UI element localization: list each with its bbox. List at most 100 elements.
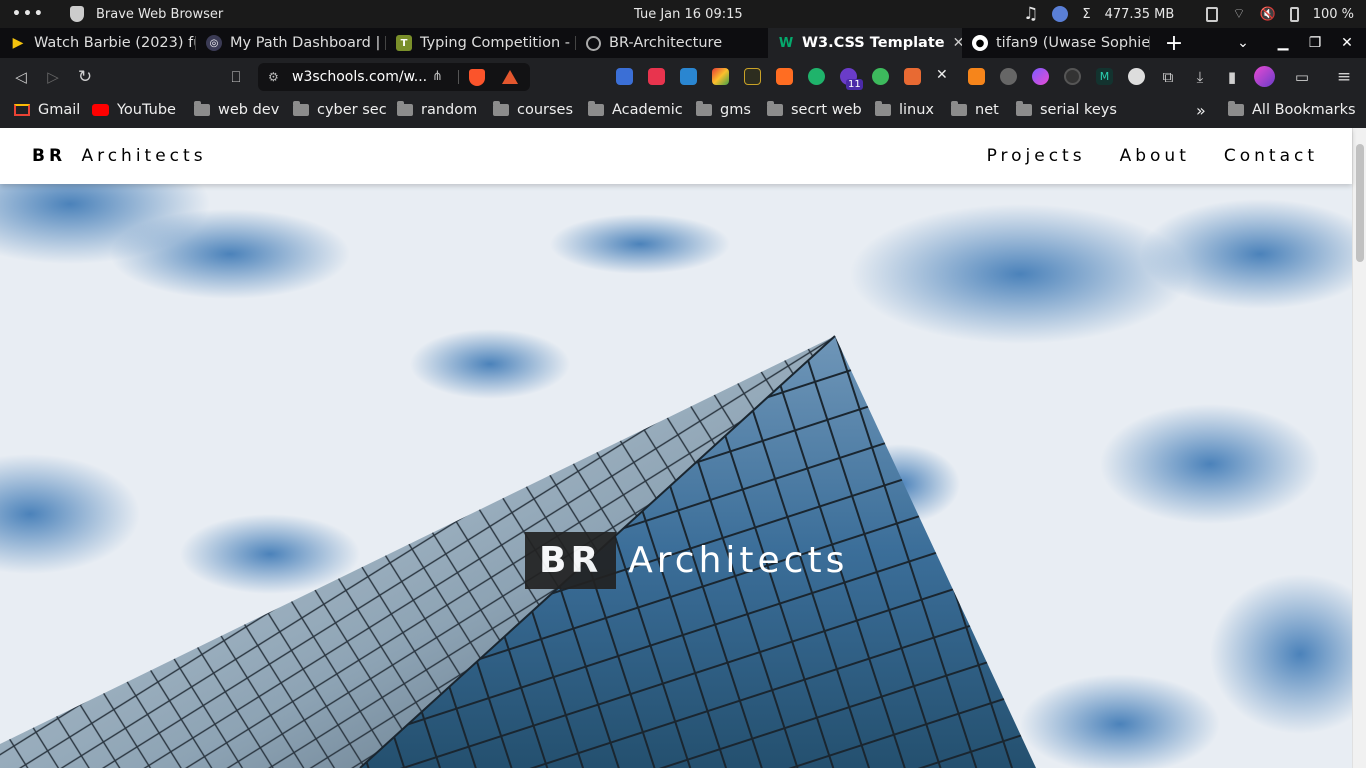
tab-search-chevron-icon[interactable]: ⌄ — [1232, 28, 1254, 58]
extension-gray-icon[interactable] — [1128, 68, 1145, 85]
bookmarks-overflow-button[interactable]: » — [1196, 96, 1206, 124]
tab-br-architecture[interactable]: BR-Architecture — [576, 28, 768, 58]
bookmark-label: web dev — [218, 102, 280, 118]
wallet-icon[interactable]: ▭ — [1291, 58, 1313, 96]
bookmark-folder-web-dev[interactable]: web dev — [194, 96, 279, 124]
address-bar[interactable]: ⚙ w3schools.com/w... ⋔ — [258, 63, 530, 91]
folder-icon — [493, 101, 509, 116]
bookmark-youtube[interactable]: YouTube — [92, 96, 176, 124]
extension-dark-icon[interactable] — [1064, 68, 1081, 85]
brave-shields-icon[interactable] — [469, 69, 485, 86]
extension-android-icon[interactable] — [872, 68, 889, 85]
app-name: Brave Web Browser — [96, 6, 224, 22]
brave-rewards-icon[interactable] — [502, 70, 518, 84]
typing-icon: T — [396, 35, 412, 51]
extension-grid-icon[interactable] — [1000, 68, 1017, 85]
extension-json-icon[interactable] — [744, 68, 761, 85]
nav-projects-link[interactable]: Projects — [987, 146, 1086, 166]
bookmark-gmail[interactable]: Gmail — [14, 96, 80, 124]
bookmark-label: All Bookmarks — [1252, 102, 1356, 118]
page-scrollbar[interactable] — [1352, 128, 1366, 768]
extension-mute-icon[interactable]: ✕ — [936, 67, 953, 84]
download-icon[interactable]: ⤓ — [1189, 58, 1211, 96]
qbittorrent-icon[interactable] — [1052, 6, 1069, 22]
bookmark-folder-gms[interactable]: gms — [696, 96, 751, 124]
w3-icon: W — [778, 35, 794, 51]
minimize-icon[interactable]: ▁ — [1272, 28, 1294, 58]
divider — [458, 70, 459, 84]
folder-icon — [1228, 101, 1244, 116]
site-navbar: BR Architects Projects About Contact — [0, 128, 1352, 184]
new-tab-button[interactable]: + — [1164, 28, 1184, 58]
extension-translate-icon[interactable] — [776, 68, 793, 85]
os-clock[interactable]: Tue Jan 16 09:15 — [634, 0, 743, 28]
sigma-icon: Σ — [1082, 6, 1091, 22]
bookmark-folder-courses[interactable]: courses — [493, 96, 573, 124]
menu-icon[interactable]: ≡ — [1333, 58, 1355, 96]
bookmark-folder-serial-keys[interactable]: serial keys — [1016, 96, 1117, 124]
github-icon: ● — [972, 35, 988, 51]
clipboard-icon[interactable] — [1206, 6, 1219, 22]
extension-purple-icon[interactable] — [1032, 68, 1049, 85]
site-info-icon[interactable]: ⚙ — [268, 70, 279, 84]
profile-avatar-icon[interactable] — [1254, 66, 1275, 87]
forward-icon[interactable]: ▷ — [42, 58, 64, 96]
bookmark-folder-secrt-web[interactable]: secrt web — [767, 96, 862, 124]
extension-shield-icon[interactable] — [616, 68, 633, 85]
tab-separator — [1149, 36, 1150, 50]
extensions-puzzle-icon[interactable]: ⧉ — [1157, 58, 1179, 96]
tab-my-path[interactable]: ◎ My Path Dashboard | W — [196, 28, 386, 58]
maximize-icon[interactable]: ❐ — [1304, 28, 1326, 58]
extension-record-icon[interactable] — [808, 68, 825, 85]
tab-label: Typing Competition - 1 — [420, 35, 576, 51]
all-bookmarks-button[interactable]: All Bookmarks — [1228, 96, 1356, 124]
bookmark-folder-linux[interactable]: linux — [875, 96, 934, 124]
folder-icon — [397, 101, 413, 116]
extension-colorful-icon[interactable] — [712, 68, 729, 85]
scrollbar-thumb[interactable] — [1356, 144, 1364, 262]
tab-barbie[interactable]: ▶ Watch Barbie (2023) fu — [0, 28, 196, 58]
wifi-icon[interactable]: ⌔ — [1232, 5, 1245, 23]
sky-building-image — [0, 184, 1352, 768]
hero-image: BR Architects — [0, 184, 1352, 768]
bookmark-folder-random[interactable]: random — [397, 96, 477, 124]
battery-icon[interactable] — [1289, 6, 1299, 22]
path-icon: ◎ — [206, 35, 222, 51]
activities-dots[interactable]: ••• — [12, 0, 45, 28]
sidebar-icon[interactable]: ▮ — [1221, 58, 1243, 96]
battery-level: 100 % — [1312, 6, 1354, 22]
tab-github[interactable]: ● tifan9 (Uwase Sophie) — [962, 28, 1150, 58]
bookmark-label: Gmail — [38, 102, 81, 118]
nav-about-link[interactable]: About — [1120, 146, 1190, 166]
bookmark-icon[interactable]: ⎕ — [225, 58, 247, 96]
tab-label: tifan9 (Uwase Sophie) — [996, 35, 1150, 51]
bookmark-folder-net[interactable]: net — [951, 96, 999, 124]
folder-icon — [767, 101, 783, 116]
metamask-fox-icon[interactable] — [968, 68, 985, 85]
volume-muted-icon[interactable]: 🔇 — [1260, 7, 1276, 22]
back-icon[interactable]: ◁ — [10, 58, 32, 96]
bookmark-folder-cyber-sec[interactable]: cyber sec — [293, 96, 387, 124]
music-note-icon[interactable]: ♫ — [1023, 4, 1038, 24]
os-app-menu[interactable]: Brave Web Browser — [70, 0, 223, 28]
share-icon[interactable]: ⋔ — [432, 69, 443, 84]
extension-red-icon[interactable] — [648, 68, 665, 85]
extension-m-icon[interactable]: M — [1096, 68, 1113, 85]
folder-icon — [1016, 101, 1032, 116]
brand-rest: Architects — [81, 146, 207, 166]
extension-fi-icon[interactable] — [680, 68, 697, 85]
site-brand[interactable]: BR Architects — [32, 128, 207, 184]
tab-w3css[interactable]: W W3.CSS Template ✕ — [768, 28, 962, 58]
url-text[interactable]: w3schools.com/w... — [292, 63, 427, 91]
address-toolbar: ◁ ▷ ↻ ⎕ ⚙ w3schools.com/w... ⋔ 11 ✕ M ⧉ … — [0, 58, 1366, 96]
reload-icon[interactable]: ↻ — [74, 58, 96, 96]
bookmark-label: courses — [517, 102, 574, 118]
close-icon[interactable]: ✕ — [953, 35, 962, 51]
play-icon: ▶ — [12, 35, 24, 51]
window-close-icon[interactable]: ✕ — [1336, 28, 1358, 58]
tab-typing[interactable]: T Typing Competition - 1 — [386, 28, 576, 58]
bookmark-folder-academic[interactable]: Academic — [588, 96, 683, 124]
extension-orange-icon[interactable] — [904, 68, 921, 85]
os-tray[interactable]: ♫ Σ 477.35 MB ⌔ 🔇 100 % — [1023, 0, 1354, 28]
nav-contact-link[interactable]: Contact — [1224, 146, 1318, 166]
